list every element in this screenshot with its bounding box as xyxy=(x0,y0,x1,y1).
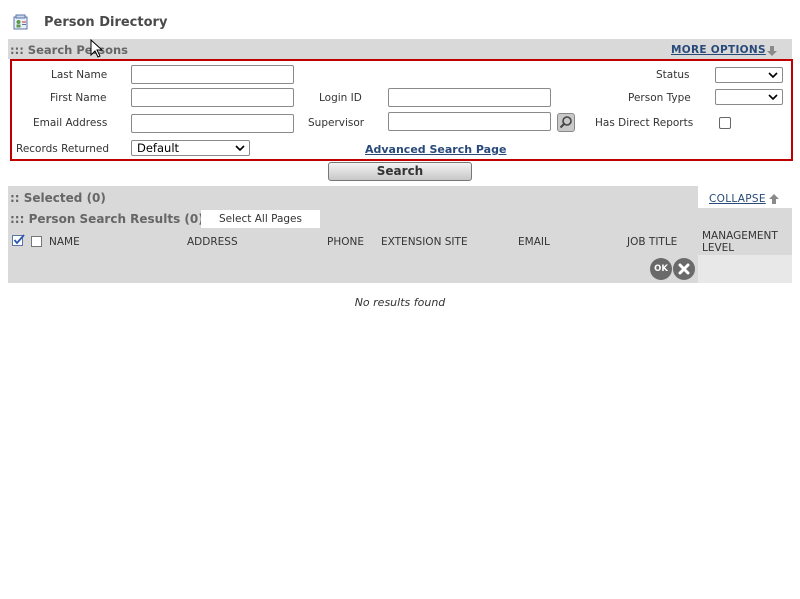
login-id-input[interactable] xyxy=(388,88,551,107)
email-address-input[interactable] xyxy=(131,114,294,133)
email-address-label: Email Address xyxy=(33,117,108,129)
chevron-down-icon xyxy=(768,92,778,102)
close-icon xyxy=(678,263,690,275)
arrow-up-icon[interactable] xyxy=(768,193,780,205)
has-direct-reports-label: Has Direct Reports xyxy=(595,117,694,129)
collapse-link[interactable]: COLLAPSE xyxy=(709,193,766,205)
person-type-select[interactable] xyxy=(715,89,783,105)
more-options-link[interactable]: MORE OPTIONS xyxy=(671,44,766,56)
directory-card-icon xyxy=(13,14,29,30)
chevron-down-icon xyxy=(768,70,778,80)
selected-bar xyxy=(8,186,698,208)
last-name-label: Last Name xyxy=(51,69,108,81)
advanced-search-link[interactable]: Advanced Search Page xyxy=(365,143,506,156)
col-address[interactable]: ADDRESS xyxy=(187,236,238,248)
supervisor-lookup-button[interactable] xyxy=(557,113,575,132)
first-name-input[interactable] xyxy=(131,88,294,107)
no-results-message: No results found xyxy=(354,296,446,309)
search-button[interactable]: Search xyxy=(328,162,472,181)
first-name-label: First Name xyxy=(50,92,107,104)
col-extension-site[interactable]: EXTENSION SITE xyxy=(381,236,468,248)
has-direct-reports-checkbox[interactable] xyxy=(719,117,731,129)
arrow-down-icon[interactable] xyxy=(766,45,778,57)
col-name[interactable]: NAME xyxy=(49,236,80,248)
supervisor-input[interactable] xyxy=(388,112,551,131)
results-title: ::: Person Search Results (0) xyxy=(10,212,204,226)
status-select[interactable] xyxy=(715,67,783,83)
status-label: Status xyxy=(656,69,690,81)
selected-title: :: Selected (0) xyxy=(10,191,106,205)
search-persons-title: ::: Search Persons xyxy=(10,43,128,57)
login-id-label: Login ID xyxy=(319,92,362,104)
select-all-pages-tab[interactable]: Select All Pages xyxy=(201,210,320,229)
mouse-cursor-icon xyxy=(90,38,104,59)
supervisor-label: Supervisor xyxy=(308,117,365,129)
col-job-title[interactable]: JOB TITLE xyxy=(627,236,677,248)
page-title: Person Directory xyxy=(44,15,168,30)
col-management-level-line1[interactable]: MANAGEMENT xyxy=(702,230,778,242)
records-returned-label: Records Returned xyxy=(16,143,110,155)
records-returned-value: Default xyxy=(137,141,180,155)
results-action-row-right xyxy=(698,255,792,283)
col-management-level-line2[interactable]: LEVEL xyxy=(702,242,734,254)
cancel-button[interactable] xyxy=(673,258,695,280)
ok-button[interactable]: OK xyxy=(650,258,672,280)
records-returned-select[interactable]: Default xyxy=(131,140,250,156)
col-phone[interactable]: PHONE xyxy=(327,236,364,248)
select-all-checkbox[interactable] xyxy=(31,236,42,247)
col-email[interactable]: EMAIL xyxy=(518,236,550,248)
last-name-input[interactable] xyxy=(131,65,294,84)
chevron-down-icon xyxy=(235,143,245,153)
person-type-label: Person Type xyxy=(628,92,691,104)
checkmark-icon[interactable] xyxy=(12,234,25,247)
magnifier-icon xyxy=(559,116,572,129)
